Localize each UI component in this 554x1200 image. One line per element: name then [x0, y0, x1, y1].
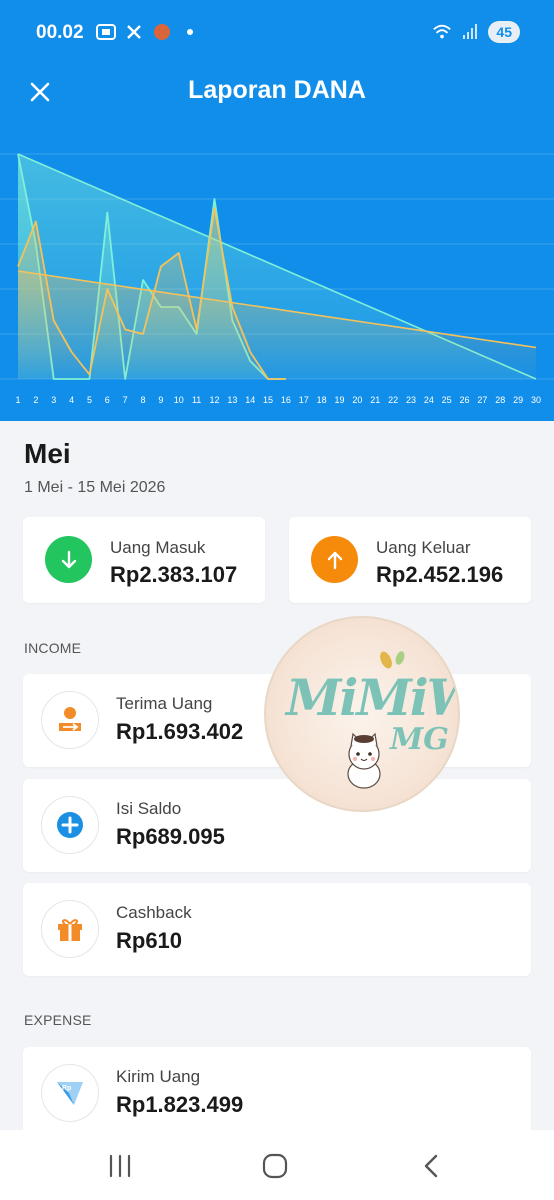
sticker-text-sub: MG — [390, 722, 449, 757]
back-button[interactable] — [409, 1146, 453, 1186]
item-value: Rp1.823.499 — [116, 1092, 244, 1117]
arrow-down-icon — [45, 536, 92, 583]
x-tick-label: 18 — [317, 395, 327, 405]
dot-icon — [180, 22, 200, 42]
x-tick-label: 7 — [123, 395, 128, 405]
x-tick-label: 21 — [370, 395, 380, 405]
x-tick-label: 2 — [33, 395, 38, 405]
home-icon — [262, 1153, 288, 1179]
x-tick-label: 4 — [69, 395, 74, 405]
income-label: Uang Masuk — [110, 538, 206, 557]
item-value: Rp689.095 — [116, 824, 225, 849]
title-bar: Laporan DANA — [0, 66, 554, 120]
x-tick-label: 10 — [174, 395, 184, 405]
leaf-decoration-icon — [380, 651, 405, 669]
x-tick-label: 22 — [388, 395, 398, 405]
income-item-isi-saldo[interactable]: Isi Saldo Rp689.095 — [23, 779, 531, 872]
status-bar: 00.02 45 — [0, 20, 554, 46]
x-tick-label: 1 — [15, 395, 20, 405]
arrow-up-icon — [311, 536, 358, 583]
cat-drawing-icon — [347, 732, 381, 789]
back-icon — [424, 1154, 438, 1178]
item-value: Rp1.693.402 — [116, 719, 244, 744]
recent-apps-button[interactable] — [98, 1146, 142, 1186]
signal-icon — [460, 22, 480, 42]
svg-text:Rp: Rp — [62, 1085, 71, 1092]
expense-label: Uang Keluar — [376, 538, 471, 557]
page-title: Laporan DANA — [188, 76, 366, 104]
x-tick-label: 3 — [51, 395, 56, 405]
income-section-label: INCOME — [24, 640, 82, 656]
recent-apps-icon — [109, 1154, 131, 1178]
x-tick-label: 24 — [424, 395, 434, 405]
header: 00.02 45 Laporan DANA 1 2 3 4 5 6 7 8 9 … — [0, 0, 554, 421]
x-tick-label: 29 — [513, 395, 523, 405]
item-label: Terima Uang — [116, 694, 213, 713]
top-up-icon — [41, 796, 99, 854]
x-tick-label: 14 — [245, 395, 255, 405]
sticker-text-main: MiMiW — [286, 668, 458, 727]
app-notification-icon — [152, 22, 172, 42]
status-time: 00.02 — [36, 22, 84, 43]
x-tick-label: 30 — [531, 395, 541, 405]
expense-section-label: EXPENSE — [24, 1012, 92, 1028]
x-tick-label: 19 — [335, 395, 345, 405]
x-logo-icon — [124, 22, 144, 42]
x-tick-label: 15 — [263, 395, 273, 405]
x-tick-label: 28 — [495, 395, 505, 405]
expense-summary-card[interactable]: Uang Keluar Rp2.452.196 — [289, 517, 531, 603]
x-tick-label: 27 — [477, 395, 487, 405]
battery-indicator: 45 — [488, 21, 520, 43]
send-money-icon: Rp — [41, 1064, 99, 1122]
x-tick-label: 8 — [141, 395, 146, 405]
item-label: Kirim Uang — [116, 1067, 201, 1086]
transaction-chart: 1 2 3 4 5 6 7 8 9 10 11 12 13 14 15 16 17 18 19 20 21 22 23 24 2… — [0, 153, 554, 405]
screenshot-icon — [96, 22, 116, 42]
x-tick-label: 17 — [299, 395, 309, 405]
income-item-cashback[interactable]: Cashback Rp610 — [23, 883, 531, 976]
home-button[interactable] — [253, 1146, 297, 1186]
item-value: Rp610 — [116, 928, 183, 953]
wifi-icon — [432, 22, 452, 42]
x-tick-label: 6 — [105, 395, 110, 405]
x-tick-label: 13 — [227, 395, 237, 405]
x-tick-label: 26 — [460, 395, 470, 405]
date-range: 1 Mei - 15 Mei 2026 — [24, 479, 166, 496]
x-tick-label: 25 — [442, 395, 452, 405]
month-title: Mei — [24, 438, 71, 469]
x-tick-label: 5 — [87, 395, 92, 405]
x-tick-label: 20 — [352, 395, 362, 405]
x-tick-label: 12 — [209, 395, 219, 405]
income-summary-card[interactable]: Uang Masuk Rp2.383.107 — [23, 517, 265, 603]
x-tick-label: 16 — [281, 395, 291, 405]
receive-money-icon — [41, 691, 99, 749]
item-label: Isi Saldo — [116, 799, 182, 818]
expense-value: Rp2.452.196 — [376, 562, 504, 587]
x-tick-label: 9 — [158, 395, 163, 405]
item-label: Cashback — [116, 903, 192, 922]
watermark-sticker: MiMiW MG — [264, 616, 460, 812]
x-tick-label: 23 — [406, 395, 416, 405]
x-tick-label: 11 — [192, 395, 201, 405]
income-value: Rp2.383.107 — [110, 562, 238, 587]
gift-icon — [41, 900, 99, 958]
expense-item-kirim-uang[interactable]: Rp Kirim Uang Rp1.823.499 — [23, 1047, 531, 1137]
system-nav-bar — [0, 1130, 554, 1200]
